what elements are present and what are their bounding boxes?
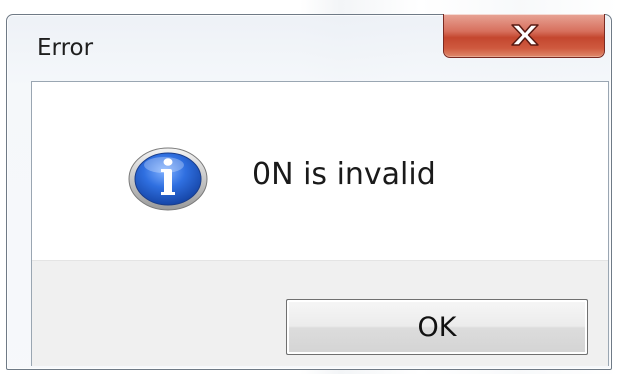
dialog-title: Error	[37, 35, 94, 61]
close-button[interactable]	[443, 14, 605, 58]
dialog-titlebar[interactable]: Error	[7, 14, 611, 79]
error-message: 0N is invalid	[252, 157, 436, 192]
close-x-icon	[511, 24, 539, 46]
information-icon	[128, 147, 208, 211]
dialog-content: 0N is invalid OK	[31, 81, 609, 366]
ok-button[interactable]: OK	[286, 299, 588, 355]
error-dialog: Error 0N is invalid OK	[6, 14, 612, 370]
message-area: 0N is invalid	[32, 82, 608, 260]
screen: Error 0N is invalid OK	[0, 0, 619, 374]
button-bar: OK	[32, 260, 608, 366]
